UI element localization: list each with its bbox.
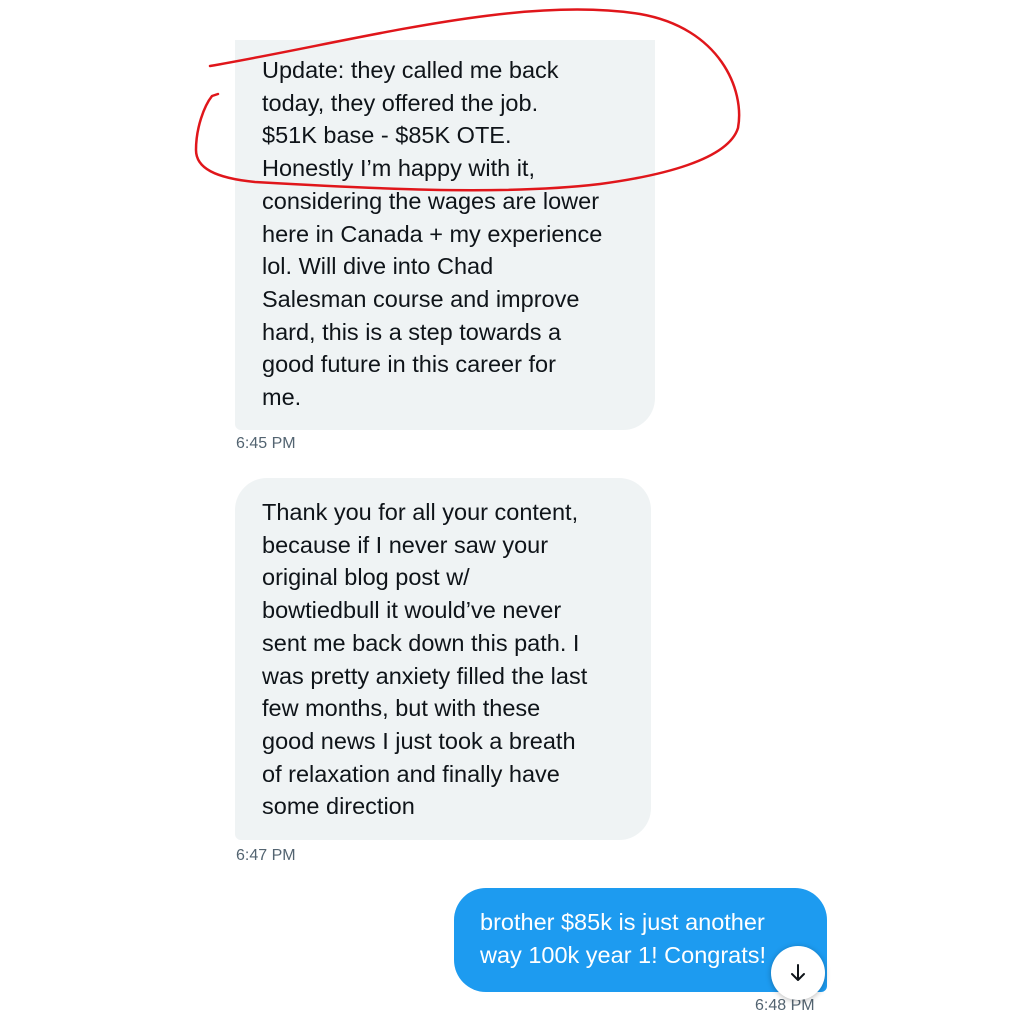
message-bubble-incoming[interactable]: Thank you for all your content, because …	[235, 478, 651, 840]
scroll-to-bottom-button[interactable]	[771, 946, 825, 1000]
arrow-down-icon	[791, 964, 805, 981]
message-timestamp: 6:48 PM	[755, 997, 815, 1014]
message-bubble-incoming[interactable]: Update: they called me back today, they …	[235, 40, 655, 430]
message-timestamp: 6:47 PM	[236, 847, 296, 864]
message-timestamp: 6:45 PM	[236, 435, 296, 452]
